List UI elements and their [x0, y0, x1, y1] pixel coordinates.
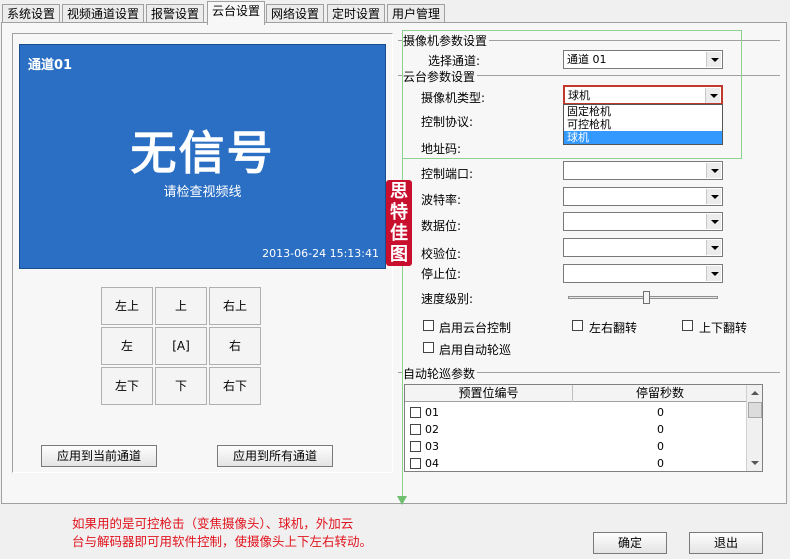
timestamp: 2013-06-24 15:13:41: [262, 247, 379, 260]
ptz-down-right-button[interactable]: 右下: [209, 367, 261, 405]
row-checkbox[interactable]: [410, 458, 421, 469]
enable-ptz-checkbox[interactable]: [423, 320, 434, 331]
baud-label: 波特率:: [421, 193, 462, 207]
stopbits-combo[interactable]: [563, 264, 723, 283]
preset-id: 01: [425, 406, 439, 419]
annotation-note: 如果用的是可控枪击（变焦摄像头）、球机，外加云 台与解码器即可用软件控制，使摄像…: [72, 515, 372, 551]
apply-current-channel-button[interactable]: 应用到当前通道: [41, 445, 157, 467]
dwell-seconds[interactable]: 0: [573, 404, 748, 421]
scroll-thumb[interactable]: [748, 402, 762, 418]
scroll-up-icon[interactable]: [748, 386, 762, 400]
ptz-up-right-button[interactable]: 右上: [209, 287, 261, 325]
camera-type-value: 球机: [568, 89, 590, 102]
ptz-auto-button[interactable]: [A]: [155, 327, 207, 365]
tab-alarm[interactable]: 报警设置: [146, 4, 205, 24]
cruise-table: 预置位编号 停留秒数 01 0 02 0 03 0 04 0: [404, 384, 763, 472]
ptz-params-title: 云台参数设置: [403, 68, 478, 85]
check-cable-text: 请检查视频线: [163, 185, 242, 200]
parity-combo[interactable]: [563, 238, 723, 257]
select-channel-value: 通道 01: [567, 53, 607, 66]
table-header: 预置位编号 停留秒数: [405, 385, 748, 402]
databits-label: 数据位:: [421, 219, 462, 233]
enable-ptz-label: 启用云台控制: [439, 321, 512, 335]
ptz-settings-window: 系统设置 视频通道设置 报警设置 云台设置 网络设置 定时设置 用户管理 通道0…: [0, 0, 790, 559]
camera-type-dropdown: 固定枪机 可控枪机 球机: [563, 104, 723, 145]
cruise-title: 自动轮巡参数: [403, 365, 478, 382]
row-checkbox[interactable]: [410, 424, 421, 435]
port-combo[interactable]: [563, 161, 723, 180]
tab-user[interactable]: 用户管理: [387, 4, 446, 24]
ptz-down-button[interactable]: 下: [155, 367, 207, 405]
seal-stamp: 思特佳图: [386, 180, 412, 266]
flip-lr-checkbox[interactable]: [572, 320, 583, 331]
preset-id: 02: [425, 423, 439, 436]
chevron-down-icon[interactable]: [706, 214, 721, 229]
ptz-up-button[interactable]: 上: [155, 287, 207, 325]
select-channel-combo[interactable]: 通道 01: [563, 50, 723, 69]
dwell-seconds[interactable]: 0: [573, 455, 748, 471]
baud-combo[interactable]: [563, 187, 723, 206]
row-checkbox[interactable]: [410, 441, 421, 452]
table-row[interactable]: 01 0: [405, 404, 748, 421]
ptz-right-button[interactable]: 右: [209, 327, 261, 365]
channel-label: 通道01: [28, 58, 73, 73]
camera-type-option[interactable]: 固定枪机: [564, 105, 722, 118]
video-preview: 通道01 无信号 请检查视频线 2013-06-24 15:13:41: [19, 44, 386, 269]
databits-combo[interactable]: [563, 212, 723, 231]
dwell-seconds[interactable]: 0: [573, 438, 748, 455]
tab-video-channel[interactable]: 视频通道设置: [62, 4, 145, 24]
flip-ud-label: 上下翻转: [699, 321, 748, 335]
scroll-down-icon[interactable]: [748, 456, 762, 470]
ok-button[interactable]: 确定: [593, 532, 667, 554]
chevron-down-icon[interactable]: [705, 88, 720, 103]
tab-ptz[interactable]: 云台设置: [207, 1, 266, 25]
speed-label: 速度级别:: [421, 292, 474, 306]
speed-slider-thumb[interactable]: [643, 291, 650, 304]
enable-cruise-checkbox[interactable]: [423, 342, 434, 353]
parity-label: 校验位:: [421, 247, 462, 261]
table-row[interactable]: 03 0: [405, 438, 748, 455]
ptz-down-left-button[interactable]: 左下: [101, 367, 153, 405]
camera-params-title: 摄像机参数设置: [403, 32, 490, 49]
camera-type-option[interactable]: 球机: [564, 131, 722, 144]
tab-bar: 系统设置 视频通道设置 报警设置 云台设置 网络设置 定时设置 用户管理: [0, 0, 790, 25]
row-checkbox[interactable]: [410, 407, 421, 418]
chevron-down-icon[interactable]: [706, 266, 721, 281]
ptz-left-button[interactable]: 左: [101, 327, 153, 365]
protocol-label: 控制协议:: [421, 115, 474, 129]
note-line: 如果用的是可控枪击（变焦摄像头）、球机，外加云: [72, 516, 354, 531]
stopbits-label: 停止位:: [421, 267, 462, 281]
chevron-down-icon[interactable]: [706, 240, 721, 255]
camera-type-option[interactable]: 可控枪机: [564, 118, 722, 131]
flip-ud-checkbox[interactable]: [682, 320, 693, 331]
chevron-down-icon[interactable]: [706, 189, 721, 204]
column-header-seconds[interactable]: 停留秒数: [573, 385, 748, 402]
no-signal-text: 无信号: [130, 126, 275, 180]
select-channel-label: 选择通道:: [428, 54, 481, 68]
camera-type-label: 摄像机类型:: [421, 91, 486, 105]
exit-button[interactable]: 退出: [689, 532, 763, 554]
dwell-seconds[interactable]: 0: [573, 421, 748, 438]
preset-id: 04: [425, 457, 439, 470]
ptz-up-left-button[interactable]: 左上: [101, 287, 153, 325]
preset-id: 03: [425, 440, 439, 453]
chevron-down-icon[interactable]: [706, 52, 721, 67]
table-row[interactable]: 04 0: [405, 455, 748, 471]
table-row[interactable]: 02 0: [405, 421, 748, 438]
address-label: 地址码:: [421, 142, 462, 156]
camera-type-combo[interactable]: 球机: [563, 85, 723, 105]
tab-schedule[interactable]: 定时设置: [327, 4, 386, 24]
enable-cruise-label: 启用自动轮巡: [439, 343, 512, 357]
note-line: 台与解码器即可用软件控制，使摄像头上下左右转动。: [72, 534, 373, 549]
column-header-preset[interactable]: 预置位编号: [405, 385, 573, 402]
tab-network[interactable]: 网络设置: [266, 4, 325, 24]
table-scrollbar[interactable]: [746, 385, 762, 471]
arrow-down-icon: [397, 496, 407, 505]
apply-all-channels-button[interactable]: 应用到所有通道: [217, 445, 333, 467]
tab-system[interactable]: 系统设置: [2, 4, 61, 24]
chevron-down-icon[interactable]: [706, 163, 721, 178]
flip-lr-label: 左右翻转: [589, 321, 638, 335]
port-label: 控制端口:: [421, 167, 474, 181]
